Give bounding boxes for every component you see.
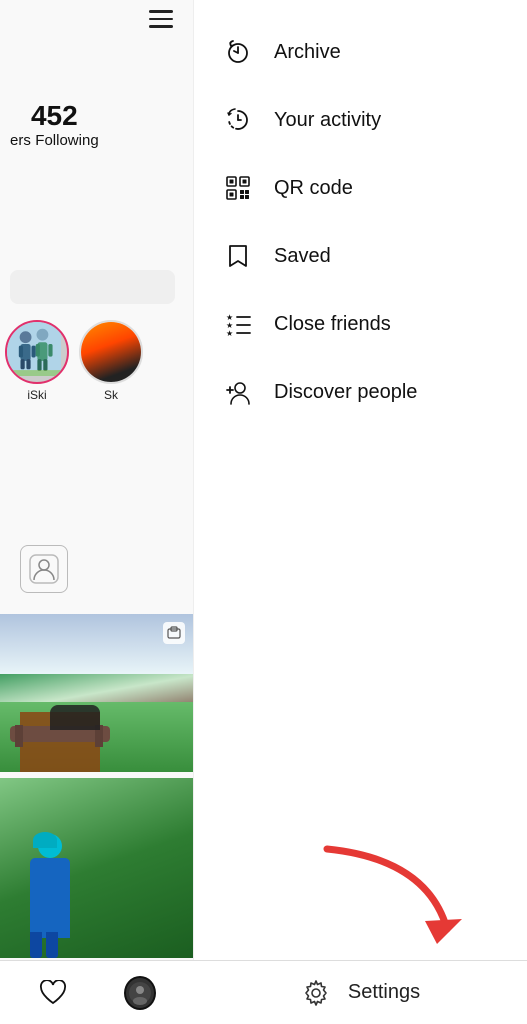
- menu-label-your-activity: Your activity: [274, 109, 381, 132]
- story-item-iski[interactable]: iSki: [5, 320, 69, 402]
- story-item-sk[interactable]: Sk: [79, 320, 143, 402]
- menu-item-qr-code[interactable]: QR code: [194, 154, 527, 222]
- menu-label-saved: Saved: [274, 245, 331, 268]
- your-activity-icon: [222, 104, 254, 136]
- story-circle-iski: [5, 320, 69, 384]
- saved-icon: [222, 240, 254, 272]
- left-panel: 452 ers Following: [0, 0, 193, 1024]
- menu-label-qr-code: QR code: [274, 177, 353, 200]
- following-label: Following: [35, 132, 98, 149]
- close-friends-icon: ★ ★ ★: [222, 308, 254, 340]
- qr-code-icon: [222, 172, 254, 204]
- menu-label-discover-people: Discover people: [274, 381, 417, 404]
- following-stat: 452 ers Following: [10, 100, 99, 151]
- menu-item-saved[interactable]: Saved: [194, 222, 527, 290]
- menu-item-close-friends[interactable]: ★ ★ ★ Close friends: [194, 290, 527, 358]
- photo-overlay-icon: [163, 622, 185, 644]
- bottom-bar: Settings: [0, 960, 527, 1024]
- jacket: [50, 705, 100, 730]
- menu-item-your-activity[interactable]: Your activity: [194, 86, 527, 154]
- story-label-sk: Sk: [104, 388, 118, 402]
- person-icon: [29, 554, 59, 584]
- photo2-bg: [0, 778, 193, 958]
- svg-text:★: ★: [226, 329, 233, 338]
- hamburger-menu[interactable]: [149, 10, 173, 28]
- photo2: [0, 778, 193, 958]
- menu-label-close-friends: Close friends: [274, 313, 391, 336]
- profile-circle-icon[interactable]: [124, 977, 156, 1009]
- following-count: 452: [10, 100, 99, 132]
- hamburger-line-1: [149, 10, 173, 13]
- discover-people-icon: [222, 376, 254, 408]
- photo1: [0, 614, 193, 772]
- hair: [33, 832, 57, 848]
- bottom-right: Settings: [193, 977, 527, 1009]
- bench-leg1: [15, 725, 23, 747]
- search-bar[interactable]: [10, 270, 175, 304]
- story-label-iski: iSki: [27, 388, 46, 402]
- menu-item-archive[interactable]: Archive: [194, 18, 527, 86]
- settings-gear-icon[interactable]: [300, 977, 332, 1009]
- hamburger-line-3: [149, 25, 173, 28]
- leg-right: [46, 932, 58, 958]
- heart-icon[interactable]: [37, 977, 69, 1009]
- settings-label: Settings: [348, 981, 420, 1004]
- person-icon-box: [20, 545, 68, 593]
- photo2-figure: [30, 858, 70, 938]
- story-row: iSki Sk: [5, 320, 143, 402]
- menu-item-discover-people[interactable]: Discover people: [194, 358, 527, 426]
- menu-label-archive: Archive: [274, 41, 341, 64]
- hamburger-line-2: [149, 18, 173, 21]
- story-circle-sk: [79, 320, 143, 384]
- archive-icon: [222, 36, 254, 68]
- person-icon-area: [20, 545, 68, 593]
- followers-label: ers: [10, 132, 31, 149]
- leg-left: [30, 932, 42, 958]
- red-arrow: [307, 839, 467, 954]
- bottom-left: [0, 977, 193, 1009]
